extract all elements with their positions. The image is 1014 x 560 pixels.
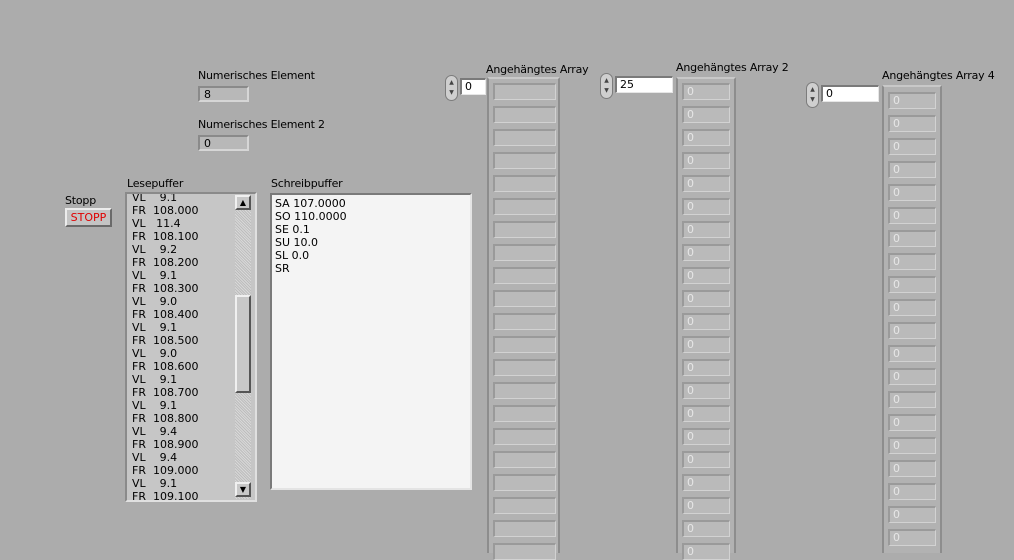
array-cell: 0 xyxy=(682,405,730,422)
array-cell: 0 xyxy=(682,152,730,169)
array-cell: 0 xyxy=(888,506,936,523)
array-cell xyxy=(493,83,556,100)
scrollbar-thumb[interactable] xyxy=(235,295,251,393)
array-cell: 0 xyxy=(888,414,936,431)
array-cell xyxy=(493,313,556,330)
array-cell: 0 xyxy=(888,299,936,316)
array-cell: 0 xyxy=(888,437,936,454)
array-cell xyxy=(493,175,556,192)
array-cell xyxy=(493,290,556,307)
array-cell: 0 xyxy=(682,244,730,261)
array-1 xyxy=(487,77,560,560)
array-cell: 0 xyxy=(888,230,936,247)
array-cell xyxy=(493,474,556,491)
array-1-index-value[interactable]: 0 xyxy=(460,78,486,95)
array-cell: 0 xyxy=(888,345,936,362)
array-cell: 0 xyxy=(888,529,936,546)
array-cell: 0 xyxy=(682,543,730,560)
stop-button[interactable]: STOPP xyxy=(65,208,112,227)
write-buffer-label: Schreibpuffer xyxy=(271,177,343,190)
array-1-label: Angehängtes Array xyxy=(486,63,589,76)
numeric-element-indicator: 8 xyxy=(198,86,249,102)
read-buffer-scrollbar[interactable]: ▲ ▼ xyxy=(235,195,253,499)
array-cell: 0 xyxy=(888,184,936,201)
array-cell: 0 xyxy=(682,474,730,491)
array-cell: 0 xyxy=(682,382,730,399)
array-cell xyxy=(493,497,556,514)
read-buffer-label: Lesepuffer xyxy=(127,177,184,190)
spinner-icon[interactable]: ▲ ▼ xyxy=(445,75,458,101)
array-cell: 0 xyxy=(888,161,936,178)
array-cell: 0 xyxy=(888,276,936,293)
array-cell: 0 xyxy=(682,520,730,537)
numeric-element-2-indicator: 0 xyxy=(198,135,249,151)
array-cell xyxy=(493,405,556,422)
array-cell xyxy=(493,267,556,284)
array-cell xyxy=(493,221,556,238)
array-cell: 0 xyxy=(682,428,730,445)
array-cell: 0 xyxy=(682,336,730,353)
array-cell: 0 xyxy=(682,83,730,100)
array-cell: 0 xyxy=(682,313,730,330)
array-cell: 0 xyxy=(888,138,936,155)
array-cell xyxy=(493,129,556,146)
array-4-label: Angehängtes Array 4 xyxy=(882,69,995,82)
array-4-index-value[interactable]: 0 xyxy=(821,85,879,102)
array-cell xyxy=(493,198,556,215)
array-cell: 0 xyxy=(888,483,936,500)
array-cell xyxy=(493,520,556,537)
stop-label: Stopp xyxy=(65,194,96,207)
array-cell xyxy=(493,359,556,376)
array-cell: 0 xyxy=(888,207,936,224)
array-4-index-control[interactable]: ▲ ▼ 0 xyxy=(806,82,880,108)
numeric-element-label: Numerisches Element xyxy=(198,69,315,82)
array-cell: 0 xyxy=(888,115,936,132)
array-cell: 0 xyxy=(682,175,730,192)
array-cell: 0 xyxy=(888,368,936,385)
array-cell xyxy=(493,152,556,169)
array-cell: 0 xyxy=(682,106,730,123)
array-2: 0 0 0 0 0 0 0 0 0 0 0 0 0 0 0 0 0 0 0 0 0 xyxy=(676,77,736,560)
array-cell: 0 xyxy=(888,253,936,270)
spinner-icon[interactable]: ▲ ▼ xyxy=(600,73,613,99)
array-cell xyxy=(493,106,556,123)
array-cell: 0 xyxy=(888,322,936,339)
array-cell xyxy=(493,382,556,399)
array-cell xyxy=(493,543,556,560)
array-cell: 0 xyxy=(682,221,730,238)
write-buffer[interactable]: SA 107.0000 SO 110.0000 SE 0.1 SU 10.0 S… xyxy=(270,193,472,490)
numeric-element-2-label: Numerisches Element 2 xyxy=(198,118,325,131)
arrow-down-icon[interactable]: ▼ xyxy=(235,482,251,497)
array-cell: 0 xyxy=(682,198,730,215)
array-cell: 0 xyxy=(888,460,936,477)
array-cell: 0 xyxy=(682,359,730,376)
array-2-index-control[interactable]: ▲ ▼ 25 xyxy=(600,73,674,99)
array-cell xyxy=(493,451,556,468)
array-cell: 0 xyxy=(682,290,730,307)
spinner-icon[interactable]: ▲ ▼ xyxy=(806,82,819,108)
arrow-up-icon[interactable]: ▲ xyxy=(235,195,251,210)
read-buffer-text: VL 9.1 FR 108.000 VL 11.4 FR 108.100 VL … xyxy=(132,192,199,502)
write-buffer-text: SA 107.0000 SO 110.0000 SE 0.1 SU 10.0 S… xyxy=(275,197,347,275)
array-cell xyxy=(493,428,556,445)
array-4: 0 0 0 0 0 0 0 0 0 0 0 0 0 0 0 0 0 0 0 0 xyxy=(882,85,942,553)
array-cell: 0 xyxy=(888,92,936,109)
array-cell: 0 xyxy=(682,451,730,468)
array-cell xyxy=(493,244,556,261)
array-cell: 0 xyxy=(888,391,936,408)
array-cell: 0 xyxy=(682,267,730,284)
array-cell xyxy=(493,336,556,353)
array-cell: 0 xyxy=(682,497,730,514)
array-cell: 0 xyxy=(682,129,730,146)
array-2-label: Angehängtes Array 2 xyxy=(676,61,789,74)
array-2-index-value[interactable]: 25 xyxy=(615,76,673,93)
array-1-index-control[interactable]: ▲ ▼ 0 xyxy=(445,75,486,101)
